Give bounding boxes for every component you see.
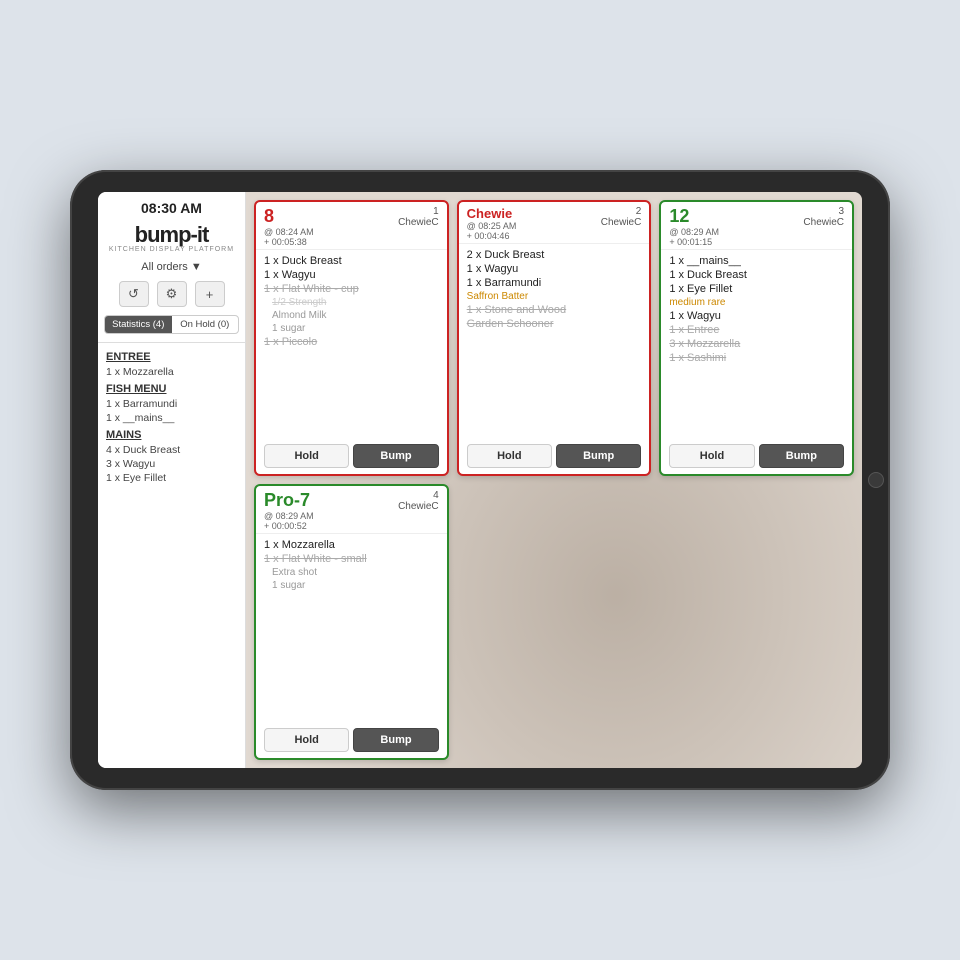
order-grid: 8 @ 08:24 AM + 00:05:38 1 ChewieC 1 x Du…	[246, 192, 862, 768]
chewie-item-3: Saffron Batter	[467, 290, 642, 303]
order-card-8: 8 @ 08:24 AM + 00:05:38 1 ChewieC 1 x Du…	[254, 200, 449, 476]
order-8-item-6: 1 x Piccolo	[264, 335, 439, 349]
order-12-hold-button[interactable]: Hold	[669, 444, 754, 468]
chewie-footer: Hold Bump	[459, 440, 650, 474]
history-icon[interactable]: ↺	[119, 281, 149, 307]
tab-on-hold[interactable]: On Hold (0)	[172, 316, 239, 333]
pro7-header: Pro-7 @ 08:29 AM + 00:00:52 4 ChewieC	[256, 486, 447, 534]
order-12-body: 1 x __mains__ 1 x Duck Breast 1 x Eye Fi…	[661, 250, 852, 440]
pro7-waiter: ChewieC	[398, 501, 439, 512]
sidebar-tabs: Statistics (4) On Hold (0)	[104, 315, 239, 334]
combine-icon[interactable]: +	[195, 281, 225, 307]
chewie-item-2: 1 x Barramundi	[467, 276, 642, 290]
order-card-pro7: Pro-7 @ 08:29 AM + 00:00:52 4 ChewieC 1 …	[254, 484, 449, 760]
mains-item-0: 4 x Duck Breast	[98, 443, 245, 457]
pro7-hold-button[interactable]: Hold	[264, 728, 349, 752]
order-12-bump-button[interactable]: Bump	[759, 444, 844, 468]
order-8-hold-button[interactable]: Hold	[264, 444, 349, 468]
section-fish-menu: FISH MENU	[98, 379, 245, 397]
chewie-header: Chewie @ 08:25 AM + 00:04:46 2 ChewieC	[459, 202, 650, 244]
chewie-bump-button[interactable]: Bump	[556, 444, 641, 468]
chewie-time: @ 08:25 AM	[467, 221, 517, 231]
logo-sub: KITCHEN DISPLAY PLATFORM	[102, 246, 241, 253]
order-8-waiter: ChewieC	[398, 217, 439, 228]
order-12-header: 12 @ 08:29 AM + 00:01:15 3 ChewieC	[661, 202, 852, 250]
order-8-body: 1 x Duck Breast 1 x Wagyu 1 x Flat White…	[256, 250, 447, 440]
order-12-waiter: ChewieC	[803, 217, 844, 228]
order-12-item-2: 1 x Eye Fillet	[669, 282, 844, 296]
sidebar-icon-row: ↺ ⚙ +	[98, 277, 245, 311]
pro7-item-2: Extra shot	[264, 566, 439, 579]
current-time: 08:30 AM	[98, 192, 245, 218]
tab-statistics[interactable]: Statistics (4)	[105, 316, 172, 333]
chewie-item-0: 2 x Duck Breast	[467, 248, 642, 262]
order-8-item-4: Almond Milk	[264, 309, 439, 322]
sidebar: 08:30 AM bump-it KITCHEN DISPLAY PLATFOR…	[98, 192, 246, 768]
order-8-number: 8	[264, 206, 314, 227]
order-12-elapsed: + 00:01:15	[669, 237, 719, 247]
pro7-footer: Hold Bump	[256, 724, 447, 758]
order-8-time: @ 08:24 AM	[264, 227, 314, 237]
chewie-body: 2 x Duck Breast 1 x Wagyu 1 x Barramundi…	[459, 244, 650, 440]
order-8-header: 8 @ 08:24 AM + 00:05:38 1 ChewieC	[256, 202, 447, 250]
order-8-bump-button[interactable]: Bump	[353, 444, 438, 468]
chewie-item-5: Garden Schooner	[467, 317, 642, 331]
order-12-item-0: 1 x __mains__	[669, 254, 844, 268]
order-12-seat: 3 ChewieC	[803, 206, 844, 228]
order-8-item-5: 1 sugar	[264, 322, 439, 335]
logo-text: bump-it	[102, 222, 241, 248]
entree-item-0: 1 x Mozzarella	[98, 365, 245, 379]
home-button[interactable]	[868, 472, 884, 488]
order-8-item-1: 1 x Wagyu	[264, 268, 439, 282]
chewie-item-1: 1 x Wagyu	[467, 262, 642, 276]
order-12-item-7: 1 x Sashimi	[669, 351, 844, 365]
order-8-item-2: 1 x Flat White - cup	[264, 282, 439, 296]
mains-item-2: 1 x Eye Fillet	[98, 471, 245, 485]
order-12-item-5: 1 x Entree	[669, 323, 844, 337]
tablet-device: 08:30 AM bump-it KITCHEN DISPLAY PLATFOR…	[70, 170, 890, 790]
pro7-number: Pro-7	[264, 490, 314, 511]
section-entree: ENTREE	[98, 347, 245, 365]
chewie-name: Chewie	[467, 206, 517, 221]
pro7-item-1: 1 x Flat White - small	[264, 552, 439, 566]
order-12-item-1: 1 x Duck Breast	[669, 268, 844, 282]
fish-item-0: 1 x Barramundi	[98, 397, 245, 411]
pro7-body: 1 x Mozzarella 1 x Flat White - small Ex…	[256, 534, 447, 724]
tablet-screen: 08:30 AM bump-it KITCHEN DISPLAY PLATFOR…	[98, 192, 862, 768]
chewie-waiter: ChewieC	[601, 217, 642, 228]
mains-item-1: 3 x Wagyu	[98, 457, 245, 471]
all-orders-dropdown[interactable]: All orders ▼	[98, 257, 245, 277]
order-8-item-3: 1/2 Strength	[264, 296, 439, 309]
order-card-chewie: Chewie @ 08:25 AM + 00:04:46 2 ChewieC 2…	[457, 200, 652, 476]
order-8-footer: Hold Bump	[256, 440, 447, 474]
logo: bump-it KITCHEN DISPLAY PLATFORM	[98, 218, 245, 257]
order-8-seat: 1 ChewieC	[398, 206, 439, 228]
pro7-time: @ 08:29 AM	[264, 511, 314, 521]
chewie-seat: 2 ChewieC	[601, 206, 642, 228]
pro7-bump-button[interactable]: Bump	[353, 728, 438, 752]
order-12-item-3: medium rare	[669, 296, 844, 309]
section-mains: MAINS	[98, 425, 245, 443]
order-12-item-4: 1 x Wagyu	[669, 309, 844, 323]
chewie-item-4: 1 x Stone and Wood	[467, 303, 642, 317]
chewie-elapsed: + 00:04:46	[467, 231, 517, 241]
pro7-item-0: 1 x Mozzarella	[264, 538, 439, 552]
pro7-item-3: 1 sugar	[264, 579, 439, 592]
pro7-elapsed: + 00:00:52	[264, 521, 314, 531]
settings-icon[interactable]: ⚙	[157, 281, 187, 307]
order-12-number: 12	[669, 206, 719, 227]
order-8-elapsed: + 00:05:38	[264, 237, 314, 247]
order-card-12: 12 @ 08:29 AM + 00:01:15 3 ChewieC 1 x _…	[659, 200, 854, 476]
order-12-time: @ 08:29 AM	[669, 227, 719, 237]
order-12-footer: Hold Bump	[661, 440, 852, 474]
order-8-item-0: 1 x Duck Breast	[264, 254, 439, 268]
chewie-hold-button[interactable]: Hold	[467, 444, 552, 468]
fish-item-1: 1 x __mains__	[98, 411, 245, 425]
order-12-item-6: 3 x Mozzarella	[669, 337, 844, 351]
pro7-seat: 4 ChewieC	[398, 490, 439, 512]
